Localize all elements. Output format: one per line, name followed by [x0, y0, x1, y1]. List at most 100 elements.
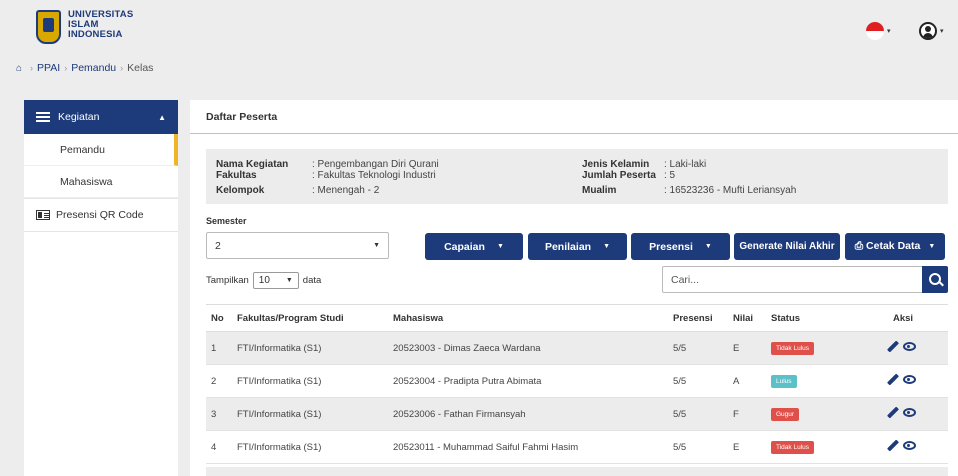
edit-pencil-icon[interactable] [886, 340, 899, 353]
cell-status: Gugur [766, 397, 858, 431]
fakultas-label: Fakultas [216, 170, 257, 181]
cell-presensi: 5/5 [668, 331, 728, 365]
jenis-kelamin-label: Jenis Kelamin [582, 159, 650, 170]
semester-select[interactable]: 2 ▼ [206, 232, 389, 259]
mualim-value: : 16523236 - Mufti Leriansyah [664, 185, 797, 196]
penilaian-label: Penilaian [544, 240, 592, 253]
cell-aksi [858, 397, 948, 431]
table-row-partial [206, 467, 948, 476]
cell-nilai: A [728, 364, 766, 398]
presensi-button[interactable]: Presensi ▼ [631, 233, 730, 260]
capaian-label: Capaian [444, 240, 485, 253]
breadcrumb-separator: › [120, 63, 124, 73]
cell-status: Lulus [766, 364, 858, 398]
view-eye-icon[interactable] [902, 342, 916, 351]
status-badge: Tidak Lulus [771, 440, 814, 454]
cell-nilai: F [728, 397, 766, 431]
fakultas-value: : Fakultas Teknologi Industri [312, 170, 436, 181]
list-icon [36, 112, 50, 122]
col-no[interactable]: No [206, 304, 232, 332]
status-badge: Lulus [771, 374, 797, 388]
nama-kegiatan-label: Nama Kegiatan [216, 159, 289, 170]
mualim-label: Mualim [582, 185, 617, 196]
show-prefix: Tampilkan [206, 275, 249, 286]
col-mahasiswa[interactable]: Mahasiswa [388, 304, 668, 332]
sidebar: Kegiatan ▲ Pemandu Mahasiswa Presensi QR… [24, 100, 178, 476]
cell-fakultas: FTI/Informatika (S1) [232, 331, 388, 365]
page-length-value: 10 [258, 275, 270, 286]
cell-status: Tidak Lulus [766, 331, 858, 365]
view-eye-icon[interactable] [902, 375, 916, 384]
view-eye-icon[interactable] [902, 441, 916, 450]
col-status[interactable]: Status [766, 304, 858, 332]
activity-info-box: Nama Kegiatan : Pengembangan Diri Qurani… [206, 149, 948, 204]
table-row: 4 FTI/Informatika (S1) 20523011 - Muhamm… [206, 430, 948, 464]
user-circle-icon[interactable] [919, 22, 937, 40]
search-input[interactable]: Cari... [662, 266, 924, 293]
chevron-down-icon: ▼ [603, 243, 611, 250]
generate-nilai-akhir-button[interactable]: Generate Nilai Akhir [734, 233, 840, 260]
kelompok-value: : Menengah - 2 [312, 185, 380, 196]
id-card-icon [36, 210, 50, 220]
sidebar-item-mahasiswa[interactable]: Mahasiswa [24, 166, 178, 198]
cell-fakultas: FTI/Informatika (S1) [232, 397, 388, 431]
table-row: 1 FTI/Informatika (S1) 20523003 - Dimas … [206, 331, 948, 365]
breadcrumb-kelas: Kelas [127, 62, 154, 74]
uii-logo[interactable]: UNIVERSITAS ISLAM INDONESIA [36, 10, 133, 44]
show-suffix: data [302, 275, 322, 286]
home-icon[interactable]: ⌂ [16, 63, 22, 74]
sidebar-item-pemandu[interactable]: Pemandu [24, 134, 178, 166]
kelompok-label: Kelompok [216, 185, 265, 196]
logo-line-3: INDONESIA [68, 29, 123, 40]
cell-mahasiswa: 20523006 - Fathan Firmansyah [388, 397, 668, 431]
edit-pencil-icon[interactable] [886, 439, 899, 452]
jumlah-peserta-value: : 5 [664, 170, 676, 181]
cell-aksi [858, 430, 948, 464]
user-chevron-down-icon[interactable]: ▾ [940, 27, 944, 35]
edit-pencil-icon[interactable] [886, 406, 899, 419]
chevron-down-icon: ▼ [285, 277, 293, 284]
participants-table: No Fakultas/Program Studi Mahasiswa Pres… [206, 304, 948, 464]
page-length-select[interactable]: 10 ▼ [252, 272, 299, 289]
cell-mahasiswa: 20523004 - Pradipta Putra Abimata [388, 364, 668, 398]
table-header-row: No Fakultas/Program Studi Mahasiswa Pres… [206, 304, 948, 332]
semester-value: 2 [215, 239, 221, 252]
sidebar-item-kegiatan[interactable]: Kegiatan ▲ [24, 100, 178, 134]
cell-presensi: 5/5 [668, 430, 728, 464]
presensi-label: Presensi [649, 240, 693, 253]
chevron-down-icon: ▼ [373, 242, 380, 249]
edit-pencil-icon[interactable] [886, 373, 899, 386]
uii-emblem-icon [36, 10, 61, 44]
sidebar-item-presensi-qr[interactable]: Presensi QR Code [24, 198, 178, 232]
cell-no: 1 [206, 331, 232, 365]
language-chevron-down-icon[interactable]: ▾ [887, 27, 891, 35]
col-fakultas[interactable]: Fakultas/Program Studi [232, 304, 388, 332]
nama-kegiatan-value: : Pengembangan Diri Qurani [312, 159, 439, 170]
panel-title: Daftar Peserta [190, 100, 958, 134]
search-icon[interactable] [922, 266, 948, 293]
col-aksi: Aksi [858, 304, 948, 332]
chevron-down-icon: ▼ [704, 243, 712, 250]
penilaian-button[interactable]: Penilaian ▼ [528, 233, 627, 260]
view-eye-icon[interactable] [902, 408, 916, 417]
cell-fakultas: FTI/Informatika (S1) [232, 364, 388, 398]
breadcrumb-separator: › [30, 63, 34, 73]
cetak-data-label: ⎙ Cetak Data [854, 240, 921, 252]
capaian-button[interactable]: Capaian ▼ [425, 233, 523, 260]
indonesia-flag-icon[interactable] [866, 22, 884, 40]
table-row: 2 FTI/Informatika (S1) 20523004 - Pradip… [206, 364, 948, 398]
cell-fakultas: FTI/Informatika (S1) [232, 430, 388, 464]
cell-aksi [858, 364, 948, 398]
cetak-data-button[interactable]: ⎙ Cetak Data ▼ [845, 233, 945, 260]
cell-nilai: E [728, 430, 766, 464]
col-presensi[interactable]: Presensi [668, 304, 728, 332]
cell-nilai: E [728, 331, 766, 365]
cell-no: 3 [206, 397, 232, 431]
cell-status: Tidak Lulus [766, 430, 858, 464]
breadcrumb-ppai[interactable]: PPAI [37, 62, 60, 74]
breadcrumb-separator: › [64, 63, 68, 73]
status-badge: Tidak Lulus [771, 341, 814, 355]
col-nilai[interactable]: Nilai [728, 304, 766, 332]
chevron-down-icon: ▼ [928, 243, 936, 250]
breadcrumb-pemandu[interactable]: Pemandu [71, 62, 116, 74]
